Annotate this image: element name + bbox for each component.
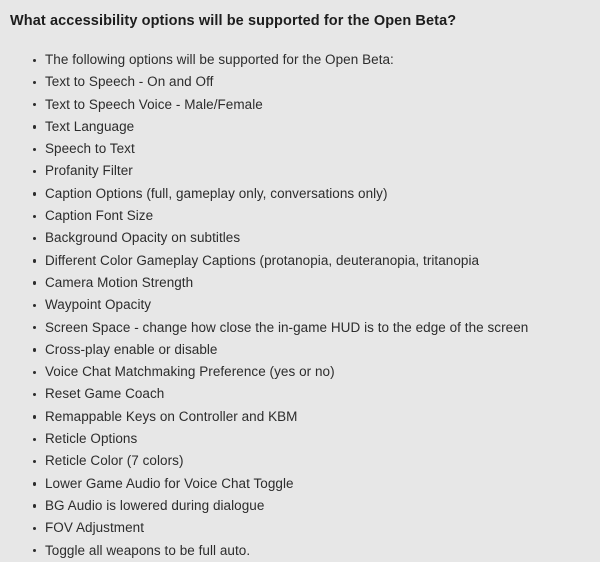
list-item-label: Voice Chat Matchmaking Preference (yes o… bbox=[45, 364, 335, 380]
list-item: Waypoint Opacity bbox=[33, 294, 600, 316]
list-item: Different Color Gameplay Captions (prota… bbox=[33, 250, 600, 272]
list-item-label: Camera Motion Strength bbox=[45, 274, 194, 290]
list-item-label: Text to Speech Voice - Male/Female bbox=[45, 96, 263, 112]
list-item-label: The following options will be supported … bbox=[45, 52, 394, 67]
list-item-label: Profanity Filter bbox=[45, 163, 133, 179]
list-item-label: Background Opacity on subtitles bbox=[45, 230, 241, 246]
list-item-label: Text to Speech - On and Off bbox=[45, 74, 214, 90]
list-item: Reticle Options bbox=[33, 428, 600, 450]
list-item: Caption Options (full, gameplay only, co… bbox=[33, 183, 600, 205]
list-item-label: Reset Game Coach bbox=[45, 386, 165, 402]
list-item: The following options will be supported … bbox=[33, 49, 600, 71]
list-item: Background Opacity on subtitles bbox=[33, 227, 600, 249]
list-item-label: Toggle all weapons to be full auto. bbox=[45, 542, 251, 558]
list-item: FOV Adjustment bbox=[33, 517, 600, 539]
list-item: Reset Game Coach bbox=[33, 383, 600, 405]
list-item-label: Screen Space - change how close the in-g… bbox=[45, 319, 529, 335]
list-item-label: Speech to Text bbox=[45, 141, 135, 157]
list-item: Toggle all weapons to be full auto. bbox=[33, 540, 600, 562]
list-item-label: Different Color Gameplay Captions (prota… bbox=[45, 252, 480, 268]
list-item-label: Lower Game Audio for Voice Chat Toggle bbox=[45, 475, 294, 491]
list-item: Cross-play enable or disable bbox=[33, 339, 600, 361]
list-item: Text Language bbox=[33, 116, 600, 138]
list-item: BG Audio is lowered during dialogue bbox=[33, 495, 600, 517]
list-item-label: Reticle Color (7 colors) bbox=[45, 453, 184, 469]
list-item-label: Text Language bbox=[45, 118, 135, 134]
list-item: Lower Game Audio for Voice Chat Toggle bbox=[33, 473, 600, 495]
list-item: Voice Chat Matchmaking Preference (yes o… bbox=[33, 361, 600, 383]
list-item: Screen Space - change how close the in-g… bbox=[33, 317, 600, 339]
list-item-label: Caption Font Size bbox=[45, 208, 154, 224]
faq-page: What accessibility options will be suppo… bbox=[0, 0, 600, 558]
list-item-label: Waypoint Opacity bbox=[45, 297, 152, 313]
list-item-label: Reticle Options bbox=[45, 431, 138, 447]
list-item: Reticle Color (7 colors) bbox=[33, 450, 600, 472]
list-item: Camera Motion Strength bbox=[33, 272, 600, 294]
list-item: Caption Font Size bbox=[33, 205, 600, 227]
list-item: Speech to Text bbox=[33, 138, 600, 160]
list-item-label: Cross-play enable or disable bbox=[45, 341, 218, 357]
list-item: Text to Speech Voice - Male/Female bbox=[33, 94, 600, 116]
list-item: Text to Speech - On and Off bbox=[33, 71, 600, 93]
list-item-label: Caption Options (full, gameplay only, co… bbox=[45, 185, 388, 201]
list-item: Remappable Keys on Controller and KBM bbox=[33, 406, 600, 428]
list-item-label: FOV Adjustment bbox=[45, 520, 144, 536]
page-title: What accessibility options will be suppo… bbox=[10, 13, 457, 29]
accessibility-options-list: The following options will be supported … bbox=[0, 49, 600, 562]
list-item: Profanity Filter bbox=[33, 160, 600, 182]
list-item-label: Remappable Keys on Controller and KBM bbox=[45, 408, 298, 424]
list-item-label: BG Audio is lowered during dialogue bbox=[45, 497, 265, 513]
